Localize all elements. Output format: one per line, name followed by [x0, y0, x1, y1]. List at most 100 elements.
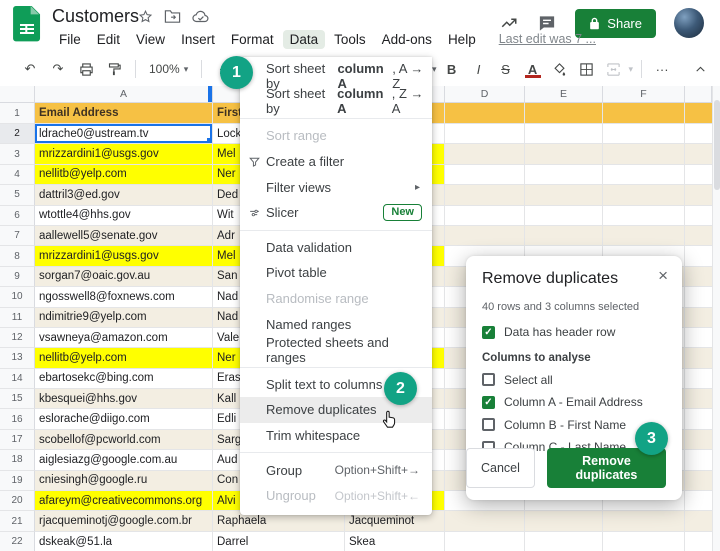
- row-number[interactable]: 17: [0, 430, 35, 450]
- sheets-logo-icon[interactable]: [13, 6, 41, 44]
- cell[interactable]: [685, 124, 712, 144]
- menu-addons[interactable]: Add-ons: [375, 30, 439, 49]
- star-icon[interactable]: [138, 9, 153, 24]
- cell-email[interactable]: ndimitrie9@yelp.com: [35, 308, 213, 328]
- print-button[interactable]: [74, 57, 98, 81]
- cell[interactable]: [603, 144, 685, 164]
- cell[interactable]: [685, 103, 712, 124]
- cell-email[interactable]: dskeak@51.la: [35, 532, 213, 551]
- cell[interactable]: [685, 287, 712, 307]
- column-header-F[interactable]: F: [603, 86, 685, 103]
- strikethrough-button[interactable]: S: [494, 57, 518, 81]
- cell[interactable]: [685, 471, 712, 491]
- cell-email[interactable]: sorgan7@oaic.gov.au: [35, 267, 213, 287]
- last-edit-link[interactable]: Last edit was 7 ...: [499, 32, 596, 46]
- cell[interactable]: [525, 511, 603, 531]
- cell[interactable]: [445, 206, 525, 226]
- menu-item-named-ranges[interactable]: Named ranges: [240, 311, 432, 337]
- cell[interactable]: [525, 226, 603, 246]
- menu-item-trim-whitespace[interactable]: Trim whitespace: [240, 423, 432, 449]
- menu-view[interactable]: View: [129, 30, 172, 49]
- row-number[interactable]: 3: [0, 144, 35, 164]
- cell[interactable]: [603, 165, 685, 185]
- checkbox-unchecked-icon[interactable]: [482, 373, 495, 386]
- corner-cell[interactable]: [0, 86, 35, 103]
- paint-format-button[interactable]: [102, 57, 126, 81]
- cell-email[interactable]: dattril3@ed.gov: [35, 185, 213, 205]
- cell[interactable]: [685, 511, 712, 531]
- menu-item-pivot-table[interactable]: Pivot table: [240, 260, 432, 286]
- row-number[interactable]: 13: [0, 348, 35, 368]
- checkbox-checked-icon[interactable]: ✓: [482, 396, 495, 409]
- cell[interactable]: [685, 369, 712, 389]
- cell[interactable]: [685, 389, 712, 409]
- cell-email[interactable]: nellitb@yelp.com: [35, 348, 213, 368]
- bold-button[interactable]: B: [440, 57, 464, 81]
- cell-email[interactable]: ebartosekc@bing.com: [35, 369, 213, 389]
- vertical-scrollbar[interactable]: [712, 86, 720, 551]
- cell[interactable]: [603, 185, 685, 205]
- cell[interactable]: [445, 103, 525, 124]
- cell[interactable]: [603, 226, 685, 246]
- checkbox-checked-icon[interactable]: ✓: [482, 326, 495, 339]
- cell-email[interactable]: cniesingh@google.ru: [35, 471, 213, 491]
- cell-email[interactable]: eslorache@diigo.com: [35, 409, 213, 429]
- cell-email[interactable]: mrizzardini1@usgs.gov: [35, 144, 213, 164]
- cell[interactable]: [525, 532, 603, 551]
- column-header-E[interactable]: E: [525, 86, 603, 103]
- menu-help[interactable]: Help: [441, 30, 483, 49]
- cell[interactable]: [685, 450, 712, 470]
- cell[interactable]: [445, 124, 525, 144]
- row-number[interactable]: 15: [0, 389, 35, 409]
- cell-email[interactable]: afareym@creativecommons.org: [35, 491, 213, 511]
- cell[interactable]: [685, 144, 712, 164]
- menu-item-sort-sheet-by-column-a[interactable]: Sort sheet by column A, Z → A: [240, 89, 432, 115]
- move-folder-icon[interactable]: [164, 9, 181, 24]
- row-number[interactable]: 22: [0, 532, 35, 551]
- cell-email[interactable]: ldrache0@ustream.tv: [35, 124, 213, 144]
- cell[interactable]: [445, 144, 525, 164]
- menu-edit[interactable]: Edit: [90, 30, 127, 49]
- row-number[interactable]: 4: [0, 165, 35, 185]
- cell[interactable]: [445, 226, 525, 246]
- cell[interactable]: [685, 491, 712, 511]
- column-header-D[interactable]: D: [445, 86, 525, 103]
- row-number[interactable]: 21: [0, 511, 35, 531]
- cell[interactable]: [445, 511, 525, 531]
- more-toolbar-button[interactable]: ···: [650, 57, 674, 81]
- cell-email[interactable]: kbesquei@hhs.gov: [35, 389, 213, 409]
- column-header-A[interactable]: A: [35, 86, 213, 103]
- fill-color-button[interactable]: [548, 57, 572, 81]
- cell[interactable]: [685, 409, 712, 429]
- cell[interactable]: [525, 103, 603, 124]
- row-number[interactable]: 10: [0, 287, 35, 307]
- merge-cells-button[interactable]: [602, 57, 626, 81]
- cell-email[interactable]: mrizzardini1@usgs.gov: [35, 246, 213, 266]
- cell-last-name[interactable]: Skea: [345, 532, 445, 551]
- cell-email[interactable]: scobellof@pcworld.com: [35, 430, 213, 450]
- cell[interactable]: [685, 226, 712, 246]
- cell[interactable]: [603, 124, 685, 144]
- cell[interactable]: [685, 267, 712, 287]
- row-number[interactable]: 6: [0, 206, 35, 226]
- cloud-saved-icon[interactable]: [192, 10, 210, 24]
- cell-email[interactable]: aiglesiazg@google.com.au: [35, 450, 213, 470]
- column-header-partial[interactable]: [685, 86, 712, 103]
- cell[interactable]: [685, 348, 712, 368]
- menu-insert[interactable]: Insert: [174, 30, 222, 49]
- cell[interactable]: [603, 532, 685, 551]
- cell[interactable]: [525, 185, 603, 205]
- row-number[interactable]: 18: [0, 450, 35, 470]
- cell[interactable]: [445, 165, 525, 185]
- scrollbar-thumb[interactable]: [714, 100, 720, 190]
- zoom-select[interactable]: 100% ▾: [145, 62, 192, 76]
- menu-item-protected-sheets-and-ranges[interactable]: Protected sheets and ranges: [240, 337, 432, 363]
- cell-first-name[interactable]: Darrel: [213, 532, 345, 551]
- cell[interactable]: [685, 430, 712, 450]
- text-color-button[interactable]: A: [521, 57, 545, 81]
- cell-email[interactable]: wtottle4@hhs.gov: [35, 206, 213, 226]
- cell[interactable]: [685, 246, 712, 266]
- cell[interactable]: [685, 532, 712, 551]
- cell[interactable]: [685, 206, 712, 226]
- cell[interactable]: [445, 532, 525, 551]
